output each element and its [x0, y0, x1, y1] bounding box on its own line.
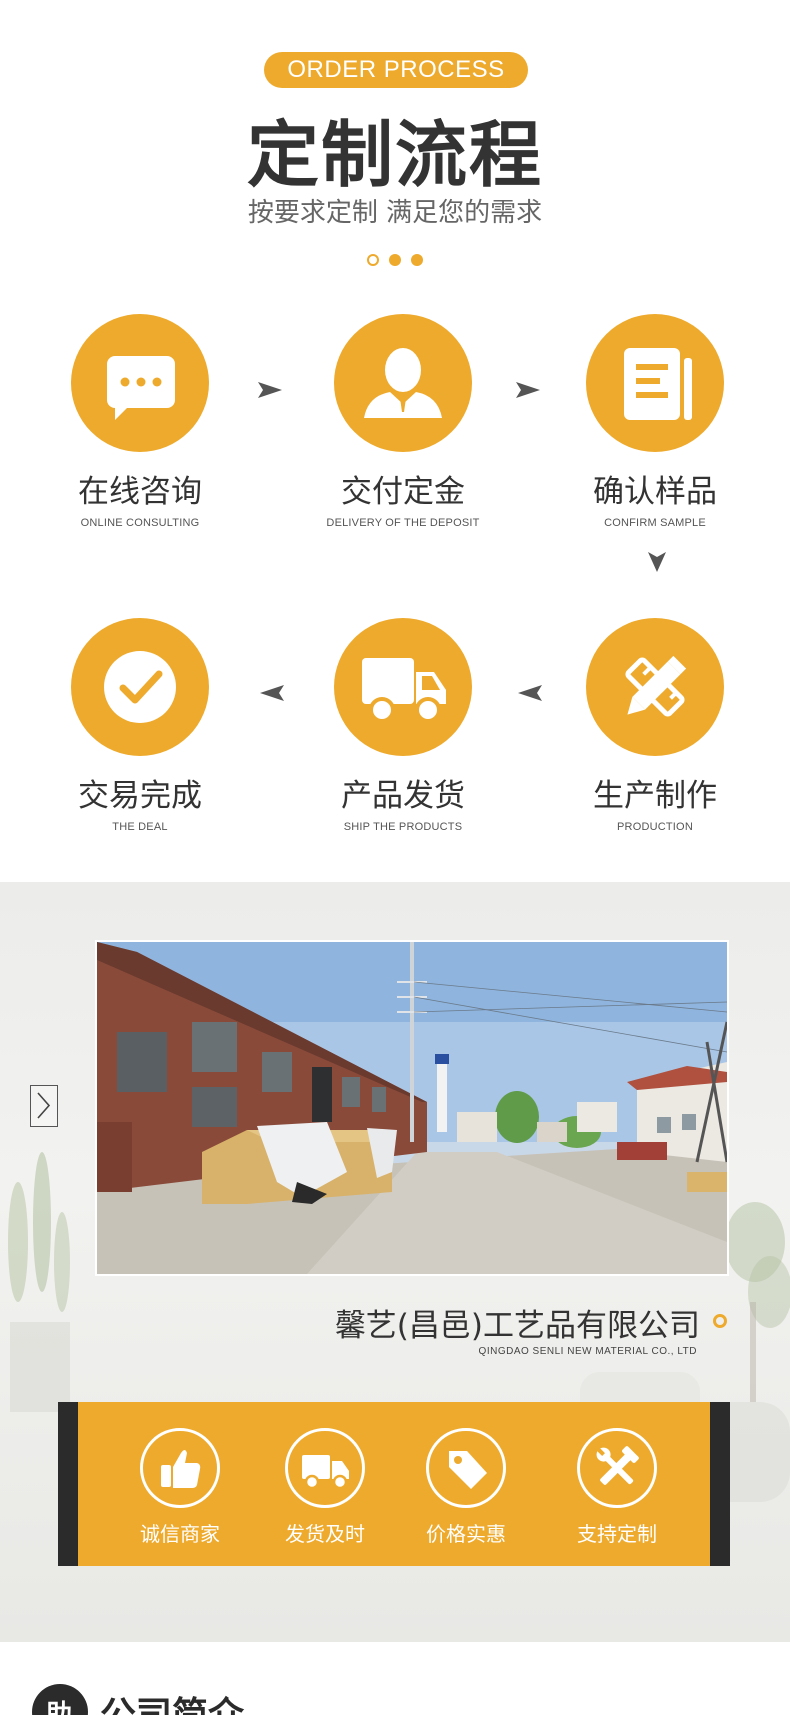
- step-label: 确认样品: [593, 474, 717, 510]
- feature-good-price: 价格实惠: [401, 1428, 531, 1547]
- arrow-right-icon: [258, 382, 282, 398]
- company-name: 馨艺(昌邑)工艺品有限公司: [334, 1308, 700, 1344]
- truck-icon: [302, 1455, 349, 1490]
- step-label: 交易完成: [78, 778, 202, 814]
- person-icon: [364, 348, 442, 418]
- intro-badge-glyph: 助: [46, 1700, 73, 1715]
- feature-timely-shipping: 发货及时: [260, 1428, 390, 1547]
- order-process-badge: ORDER PROCESS: [264, 52, 528, 88]
- factory-yard-image: [97, 942, 727, 1274]
- chat-icon: [107, 356, 175, 420]
- step-sublabel: DELIVERY OF THE DEPOSIT: [326, 517, 480, 529]
- dot-hollow: [367, 254, 379, 266]
- tools-icon: [596, 1446, 639, 1485]
- factory-photo: [95, 940, 729, 1276]
- step-the-deal: 交易完成 THE DEAL: [20, 618, 260, 833]
- carousel-next-button[interactable]: [30, 1085, 58, 1127]
- decorative-dots: [365, 254, 425, 268]
- company-name-english: QINGDAO SENLI NEW MATERIAL CO., LTD: [478, 1346, 697, 1357]
- pencil-ruler-icon: [625, 655, 687, 717]
- arrow-down-icon: [648, 552, 666, 572]
- ring-decor-icon: [713, 1314, 727, 1328]
- feature-label: 支持定制: [577, 1522, 657, 1546]
- step-sublabel: SHIP THE PRODUCTS: [343, 821, 463, 833]
- arrow-left-icon: [260, 685, 284, 701]
- step-circle: [71, 618, 209, 756]
- feature-ring: [285, 1428, 365, 1508]
- feature-ring: [140, 1428, 220, 1508]
- step-label: 产品发货: [341, 778, 465, 814]
- step-sublabel: PRODUCTION: [617, 821, 693, 833]
- step-label: 交付定金: [341, 474, 465, 510]
- feature-label: 诚信商家: [140, 1522, 220, 1546]
- step-sublabel: CONFIRM SAMPLE: [604, 517, 706, 529]
- step-circle: [586, 314, 724, 452]
- step-sublabel: ONLINE CONSULTING: [80, 517, 200, 529]
- step-delivery-deposit: 交付定金 DELIVERY OF THE DEPOSIT: [283, 314, 523, 529]
- price-tag-icon: [449, 1451, 487, 1489]
- feature-honest-merchant: 诚信商家: [115, 1428, 245, 1547]
- company-intro-section: 助 公司简介: [0, 1642, 790, 1715]
- step-confirm-sample: 确认样品 CONFIRM SAMPLE: [535, 314, 775, 529]
- dot: [389, 254, 401, 266]
- step-circle: [71, 314, 209, 452]
- step-circle: [334, 618, 472, 756]
- intro-title: 公司简介: [100, 1686, 244, 1715]
- step-production: 生产制作 PRODUCTION: [535, 618, 775, 833]
- document-icon: [624, 348, 692, 420]
- company-showcase-section: 馨艺(昌邑)工艺品有限公司 QINGDAO SENLI NEW MATERIAL…: [0, 882, 790, 1642]
- intro-badge-icon: 助: [32, 1684, 88, 1715]
- step-ship-products: 产品发货 SHIP THE PRODUCTS: [283, 618, 523, 833]
- step-label: 生产制作: [593, 778, 717, 814]
- feature-customization: 支持定制: [552, 1428, 682, 1547]
- feature-bar: 诚信商家 发货及时 价格实惠 支持定制: [58, 1402, 730, 1566]
- step-circle: [334, 314, 472, 452]
- dot: [411, 254, 423, 266]
- feature-label: 价格实惠: [426, 1522, 506, 1546]
- feature-label: 发货及时: [285, 1522, 365, 1546]
- arrow-right-icon: [516, 382, 540, 398]
- feature-ring: [577, 1428, 657, 1508]
- background-plant-decor: [8, 1152, 70, 1412]
- checkmark-icon: [104, 651, 176, 723]
- chevron-right-icon: [37, 1092, 51, 1119]
- truck-icon: [362, 658, 446, 723]
- bar-edge: [710, 1402, 730, 1566]
- step-label: 在线咨询: [78, 474, 202, 510]
- order-process-section: ORDER PROCESS 定制流程 按要求定制 满足您的需求 在线咨询 ONL…: [0, 0, 790, 882]
- bar-edge: [58, 1402, 78, 1566]
- process-title: 定制流程: [246, 113, 543, 197]
- step-sublabel: THE DEAL: [112, 821, 168, 833]
- step-circle: [586, 618, 724, 756]
- feature-ring: [426, 1428, 506, 1508]
- thumbs-up-icon: [161, 1450, 201, 1488]
- arrow-left-icon: [518, 685, 542, 701]
- step-online-consulting: 在线咨询 ONLINE CONSULTING: [20, 314, 260, 529]
- process-subtitle: 按要求定制 满足您的需求: [247, 198, 543, 228]
